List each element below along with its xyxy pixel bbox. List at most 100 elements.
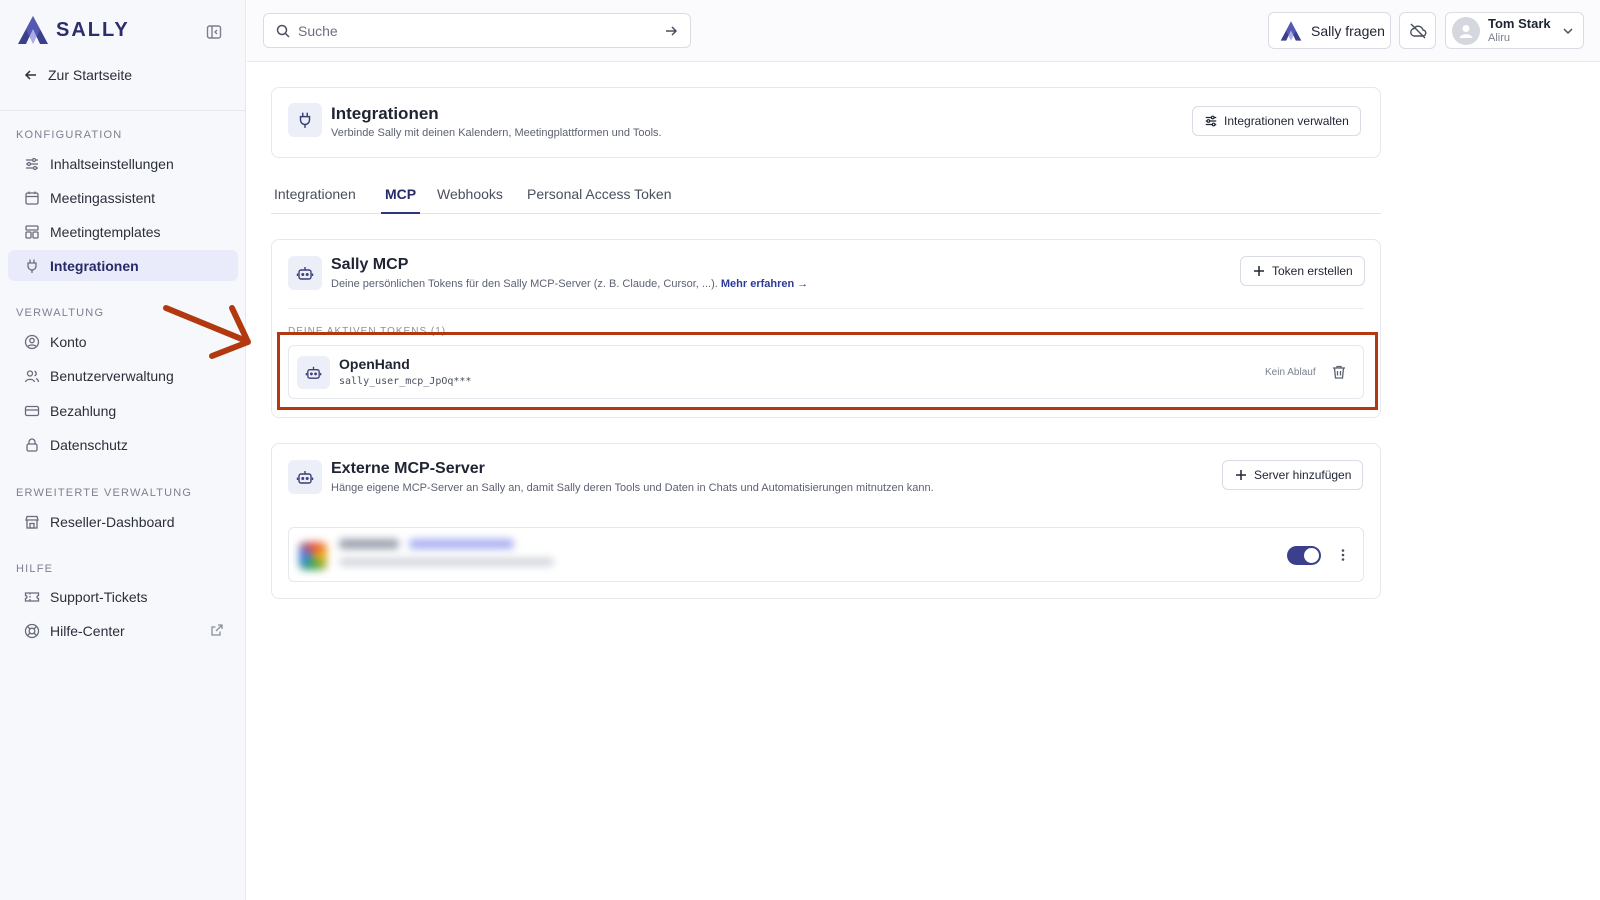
sidebar-section-konfiguration: KONFIGURATION bbox=[16, 129, 123, 141]
sally-mcp-subtitle: Deine persönlichen Tokens für den Sally … bbox=[331, 278, 808, 290]
arrow-left-icon bbox=[24, 70, 36, 80]
sidebar-item-benutzerverwaltung[interactable]: Benutzerverwaltung bbox=[8, 360, 238, 391]
card-divider bbox=[288, 308, 1364, 309]
template-icon bbox=[25, 224, 39, 239]
sidebar-item-label: Konto bbox=[50, 333, 87, 350]
page-title: Integrationen bbox=[331, 104, 439, 123]
ask-sally-button[interactable]: Sally fragen bbox=[1268, 12, 1391, 49]
sidebar-item-label: Hilfe-Center bbox=[50, 622, 125, 639]
sidebar-section-verwaltung: VERWALTUNG bbox=[16, 307, 105, 319]
users-icon bbox=[24, 369, 40, 382]
sidebar-item-label: Integrationen bbox=[50, 257, 139, 274]
plus-icon bbox=[1236, 470, 1246, 480]
server-enabled-toggle[interactable] bbox=[1287, 546, 1321, 565]
sidebar-collapse-icon[interactable] bbox=[205, 23, 223, 41]
blurred-server-tag bbox=[409, 539, 514, 549]
user-org: Aliru bbox=[1488, 31, 1511, 44]
sidebar-item-label: Reseller-Dashboard bbox=[50, 513, 175, 530]
page-subtitle: Verbinde Sally mit deinen Kalendern, Mee… bbox=[331, 127, 662, 139]
token-row[interactable]: OpenHand sally_user_mcp_JpOq*** Kein Abl… bbox=[288, 345, 1364, 399]
store-icon bbox=[25, 515, 39, 529]
lifebuoy-icon bbox=[24, 623, 40, 638]
robot-icon bbox=[296, 267, 314, 280]
tab-bar: Integrationen MCP Webhooks Personal Acce… bbox=[271, 180, 1381, 214]
user-name: Tom Stark bbox=[1488, 16, 1551, 32]
server-logo-icon bbox=[299, 542, 327, 570]
sidebar: SALLY Zur Startseite KONFIGURATION Inhal… bbox=[0, 0, 246, 900]
sidebar-item-support-tickets[interactable]: Support-Tickets bbox=[8, 581, 238, 612]
tab-mcp[interactable]: MCP bbox=[381, 186, 421, 214]
external-mcp-title: Externe MCP-Server bbox=[331, 460, 485, 477]
create-token-label: Token erstellen bbox=[1272, 264, 1353, 278]
plus-icon bbox=[1254, 266, 1264, 276]
back-label: Zur Startseite bbox=[48, 67, 133, 83]
sidebar-item-hilfe-center[interactable]: Hilfe-Center bbox=[8, 615, 238, 646]
ticket-icon bbox=[24, 591, 40, 602]
tab-personal-access-token[interactable]: Personal Access Token bbox=[527, 186, 672, 214]
credit-card-icon bbox=[24, 405, 40, 416]
sidebar-item-reseller-dashboard[interactable]: Reseller-Dashboard bbox=[8, 506, 238, 537]
sidebar-item-inhaltseinstellungen[interactable]: Inhaltseinstellungen bbox=[8, 148, 238, 179]
learn-more-link[interactable]: Mehr erfahren → bbox=[721, 278, 808, 290]
calendar-icon bbox=[25, 191, 39, 205]
cloud-off-button[interactable] bbox=[1399, 12, 1436, 49]
sidebar-item-datenschutz[interactable]: Datenschutz bbox=[8, 429, 238, 460]
token-name: OpenHand bbox=[339, 356, 410, 372]
arrow-right-icon[interactable] bbox=[664, 24, 678, 38]
external-server-row[interactable] bbox=[288, 527, 1364, 582]
cloud-off-icon bbox=[1409, 23, 1426, 38]
token-expiry: Kein Ablauf bbox=[1265, 367, 1316, 378]
integrations-header-card: Integrationen Verbinde Sally mit deinen … bbox=[271, 87, 1381, 158]
toggle-knob bbox=[1304, 548, 1319, 563]
annotation-arrow-icon bbox=[163, 305, 251, 359]
ask-sally-label: Sally fragen bbox=[1311, 22, 1385, 39]
sliders-icon bbox=[26, 157, 38, 170]
active-tokens-label: DEINE AKTIVEN TOKENS (1) bbox=[288, 326, 447, 337]
sidebar-item-integrationen[interactable]: Integrationen bbox=[8, 250, 238, 281]
sliders-icon bbox=[1205, 115, 1217, 127]
robot-icon-tile bbox=[297, 356, 330, 389]
tab-webhooks[interactable]: Webhooks bbox=[437, 186, 503, 214]
user-menu-button[interactable]: Tom Stark Aliru bbox=[1445, 12, 1584, 49]
search-placeholder: Suche bbox=[298, 22, 338, 39]
sidebar-section-erweiterte-verwaltung: ERWEITERTE VERWALTUNG bbox=[16, 487, 193, 499]
manage-integrations-button[interactable]: Integrationen verwalten bbox=[1192, 106, 1361, 136]
more-vertical-icon[interactable] bbox=[1335, 547, 1351, 563]
add-server-label: Server hinzufügen bbox=[1254, 468, 1352, 482]
sidebar-item-label: Inhaltseinstellungen bbox=[50, 155, 174, 172]
robot-icon-tile bbox=[288, 460, 322, 494]
sally-mcp-subtitle-text: Deine persönlichen Tokens für den Sally … bbox=[331, 278, 718, 290]
sidebar-item-label: Meetingtemplates bbox=[50, 223, 161, 240]
trash-icon[interactable] bbox=[1331, 364, 1347, 380]
user-circle-icon bbox=[24, 334, 40, 349]
brand-name: SALLY bbox=[56, 18, 130, 41]
sidebar-divider bbox=[0, 110, 246, 111]
robot-icon bbox=[305, 366, 322, 379]
chevron-down-icon bbox=[1563, 27, 1573, 34]
robot-icon-tile bbox=[288, 256, 322, 290]
sidebar-item-meetingtemplates[interactable]: Meetingtemplates bbox=[8, 216, 238, 247]
create-token-button[interactable]: Token erstellen bbox=[1240, 256, 1365, 286]
blurred-server-url bbox=[339, 558, 554, 566]
external-link-icon bbox=[211, 624, 223, 636]
sidebar-item-label: Benutzerverwaltung bbox=[50, 367, 174, 384]
sally-logo-icon bbox=[1280, 20, 1302, 41]
sidebar-item-bezahlung[interactable]: Bezahlung bbox=[8, 395, 238, 426]
search-input[interactable]: Suche bbox=[263, 13, 691, 48]
add-server-button[interactable]: Server hinzufügen bbox=[1222, 460, 1364, 490]
user-icon bbox=[1459, 24, 1473, 38]
blurred-server-name bbox=[339, 539, 399, 549]
plug-icon bbox=[27, 259, 37, 273]
back-to-home-link[interactable]: Zur Startseite bbox=[24, 67, 132, 83]
sidebar-item-label: Support-Tickets bbox=[50, 588, 148, 605]
manage-integrations-label: Integrationen verwalten bbox=[1224, 114, 1349, 128]
sally-logo-icon bbox=[18, 16, 48, 44]
sidebar-item-meetingassistent[interactable]: Meetingassistent bbox=[8, 182, 238, 213]
brand-logo[interactable]: SALLY bbox=[16, 14, 130, 46]
sidebar-item-label: Meetingassistent bbox=[50, 189, 156, 206]
plug-icon-tile bbox=[288, 103, 322, 137]
avatar bbox=[1452, 16, 1480, 45]
sally-mcp-title: Sally MCP bbox=[331, 256, 409, 273]
lock-icon bbox=[26, 437, 38, 452]
tab-integrationen[interactable]: Integrationen bbox=[274, 186, 356, 214]
